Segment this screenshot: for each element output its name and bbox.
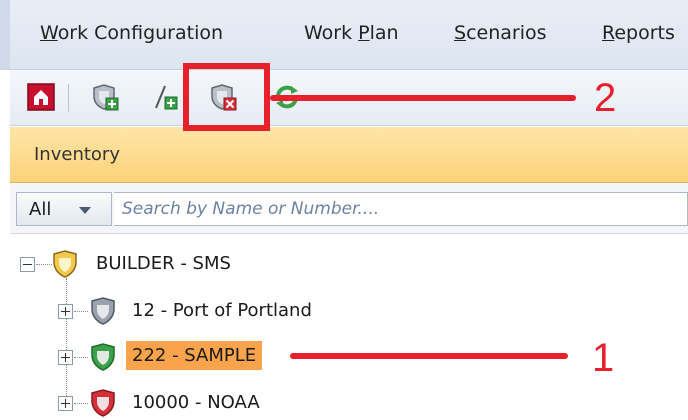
search-row: All	[10, 184, 688, 234]
shield-icon	[91, 389, 115, 417]
shield-icon	[91, 297, 115, 325]
menu-reports[interactable]: Reports	[602, 22, 675, 44]
chevron-down-icon	[79, 207, 91, 214]
tree-connector	[66, 278, 67, 396]
expand-toggle[interactable]	[58, 350, 73, 365]
expand-toggle[interactable]	[58, 396, 73, 411]
home-button[interactable]	[26, 82, 56, 112]
tree-item-label[interactable]: 12 - Port of Portland	[126, 296, 318, 325]
tree-connector	[36, 264, 52, 265]
section-title: Inventory	[34, 144, 120, 165]
collapse-root-toggle[interactable]	[20, 257, 35, 272]
tree-root-label[interactable]: BUILDER - SMS	[90, 249, 237, 278]
shield-icon	[53, 250, 77, 278]
annotation-line	[270, 95, 576, 101]
expand-toggle[interactable]	[58, 304, 73, 319]
add-shield-button[interactable]	[90, 82, 120, 112]
tree-connector	[74, 357, 88, 358]
annotation-line	[290, 353, 568, 359]
shield-icon	[91, 343, 115, 371]
tree-connector	[74, 311, 88, 312]
menu-work-configuration[interactable]: Work Configuration	[40, 22, 223, 44]
tree-item-label[interactable]: 10000 - NOAA	[126, 388, 266, 417]
annotation-number-2: 2	[594, 76, 617, 120]
menu-scenarios[interactable]: Scenarios	[454, 22, 547, 44]
home-icon	[27, 83, 55, 111]
tree-item-label-selected[interactable]: 222 - SAMPLE	[126, 341, 263, 370]
toolbar-separator	[68, 84, 69, 112]
add-line-icon	[155, 85, 178, 110]
add-line-button[interactable]	[150, 82, 180, 112]
tree-connector	[74, 403, 88, 404]
menu-bar: Work Configuration Work Plan Scenarios R…	[0, 0, 688, 70]
inventory-header: Inventory	[10, 127, 688, 183]
annotation-highlight-box	[183, 63, 270, 131]
add-shield-icon	[93, 84, 119, 111]
search-input[interactable]	[114, 192, 688, 226]
filter-dropdown[interactable]: All	[16, 192, 112, 226]
annotation-number-1: 1	[592, 336, 615, 380]
menu-work-plan[interactable]: Work Plan	[304, 22, 399, 44]
filter-value: All	[29, 199, 52, 220]
